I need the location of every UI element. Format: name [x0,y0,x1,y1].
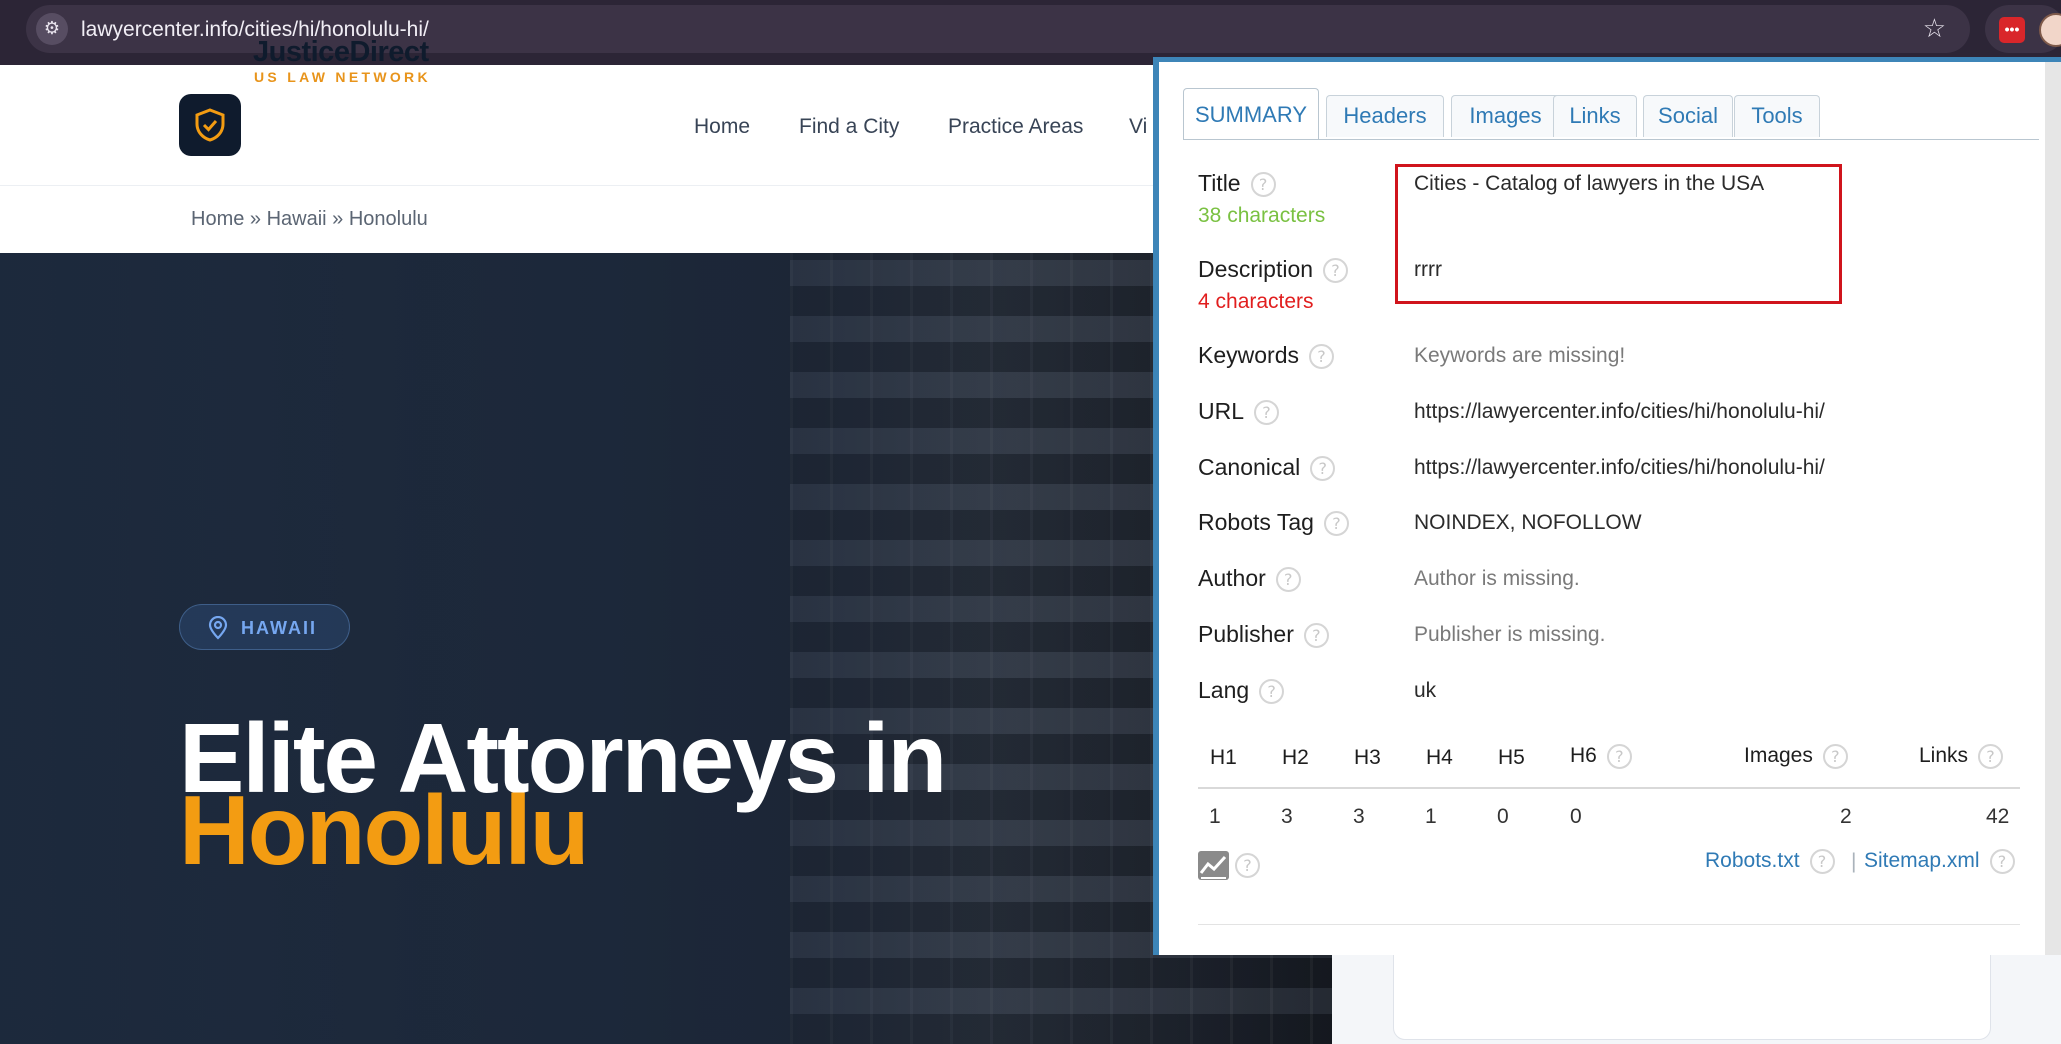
map-pin-icon [208,616,228,640]
help-icon[interactable]: ? [1250,172,1276,198]
h6-header: H6? [1570,744,1632,769]
description-char-count: 4 characters [1198,290,1314,313]
title-char-count: 38 characters [1198,204,1326,227]
profile-avatar[interactable] [2039,13,2061,47]
headings-divider [1198,787,2020,789]
help-icon[interactable]: ? [1310,456,1336,482]
keywords-row-label: Keywords? [1198,342,1334,370]
help-icon[interactable]: ? [1809,849,1835,874]
nav-find-a-city[interactable]: Find a City [799,115,899,139]
help-icon[interactable]: ? [1323,258,1349,284]
nav-home[interactable]: Home [694,115,750,139]
tab-divider [1183,139,2039,140]
tab-images[interactable]: Images [1451,95,1560,137]
author-label: Author [1198,565,1266,591]
canonical-value[interactable]: https://lawyercenter.info/cities/hi/hono… [1414,456,1825,480]
logo-shield-icon[interactable] [179,94,241,156]
publisher-label: Publisher [1198,621,1294,647]
h1-header: H1 [1210,746,1237,769]
nav-practice-areas[interactable]: Practice Areas [948,115,1083,139]
author-row-label: Author? [1198,565,1301,593]
extensions-area: ••• [1985,5,2061,53]
tab-headers[interactable]: Headers [1326,95,1444,137]
brand-tagline: US LAW NETWORK [254,69,431,85]
tab-tools[interactable]: Tools [1734,95,1820,137]
h3-header: H3 [1354,746,1381,769]
robots-tag-label: Robots Tag [1198,509,1314,535]
links-header-label: Links [1919,744,1969,768]
robots-tag-row-label: Robots Tag? [1198,509,1349,537]
bottom-divider [1198,924,2020,925]
h3-count: 3 [1353,805,1365,828]
help-icon[interactable]: ? [1254,400,1280,426]
lang-row-label: Lang? [1198,677,1285,705]
help-icon[interactable]: ? [1308,344,1334,370]
robots-txt-label[interactable]: Robots.txt [1705,849,1800,872]
chart-trend-icon[interactable] [1198,851,1229,880]
h6-header-label: H6 [1570,744,1597,768]
images-count: 2 [1840,805,1852,828]
bookmark-star-icon[interactable]: ☆ [1923,13,1946,45]
url-value[interactable]: https://lawyercenter.info/cities/hi/hono… [1414,400,1825,424]
sitemap-xml-label[interactable]: Sitemap.xml [1864,849,1980,872]
title-row-label: Title? [1198,170,1276,198]
images-header: Images? [1744,744,1848,769]
popup-scrollbar[interactable] [2045,62,2061,955]
h5-header: H5 [1498,746,1525,769]
tab-summary[interactable]: SUMMARY [1183,88,1319,140]
help-icon[interactable]: ? [1323,511,1349,537]
description-row-label: Description? [1198,256,1349,284]
keywords-label: Keywords [1198,342,1299,368]
h2-header: H2 [1282,746,1309,769]
hero-title-city: Honolulu [179,775,590,885]
link-separator: | [1851,850,1857,873]
links-count: 42 [1986,805,2010,828]
location-badge: HAWAII [179,604,350,650]
publisher-value: Publisher is missing. [1414,623,1606,646]
extension-icon[interactable]: ••• [1999,17,2025,43]
links-header: Links? [1919,744,2004,769]
keywords-value: Keywords are missing! [1414,344,1626,367]
h4-count: 1 [1425,805,1437,828]
help-icon[interactable]: ? [1259,679,1285,705]
help-icon[interactable]: ? [1275,567,1301,593]
h5-count: 0 [1497,805,1509,828]
h4-header: H4 [1426,746,1453,769]
help-icon[interactable]: ? [1606,744,1632,769]
location-label: HAWAII [241,618,318,638]
description-label: Description [1198,256,1314,282]
help-icon[interactable]: ? [1822,744,1848,769]
help-icon[interactable]: ? [1978,744,2004,769]
robots-tag-value: NOINDEX, NOFOLLOW [1414,511,1642,534]
h2-count: 3 [1281,805,1293,828]
help-icon[interactable]: ? [1989,849,2015,874]
canonical-label: Canonical [1198,454,1301,480]
tab-social[interactable]: Social [1643,95,1733,137]
publisher-row-label: Publisher? [1198,621,1329,649]
sitemap-xml-link: Sitemap.xml? [1864,849,2015,874]
h6-count: 0 [1570,805,1582,828]
site-info-icon[interactable]: ⚙ [36,13,68,45]
highlight-annotation-box [1395,164,1842,304]
help-icon[interactable]: ? [1303,623,1329,649]
breadcrumb[interactable]: Home » Hawaii » Honolulu [191,208,428,231]
author-value: Author is missing. [1414,567,1580,590]
url-row-label: URL? [1198,398,1280,426]
title-label: Title [1198,170,1241,196]
lang-value: uk [1414,679,1437,702]
robots-txt-link: Robots.txt? [1705,849,1835,874]
images-header-label: Images [1744,744,1813,768]
h1-count: 1 [1209,805,1221,828]
nav-truncated-item[interactable]: Vi [1129,115,1147,139]
tab-links[interactable]: Links [1553,95,1637,137]
canonical-row-label: Canonical? [1198,454,1336,482]
url-label: URL [1198,398,1245,424]
help-icon[interactable]: ? [1235,853,1260,878]
lang-label: Lang [1198,677,1250,703]
brand-name[interactable]: JusticeDirect [253,36,429,69]
hero-section: HAWAII Elite Attorneys in Honolulu [0,253,1332,1044]
